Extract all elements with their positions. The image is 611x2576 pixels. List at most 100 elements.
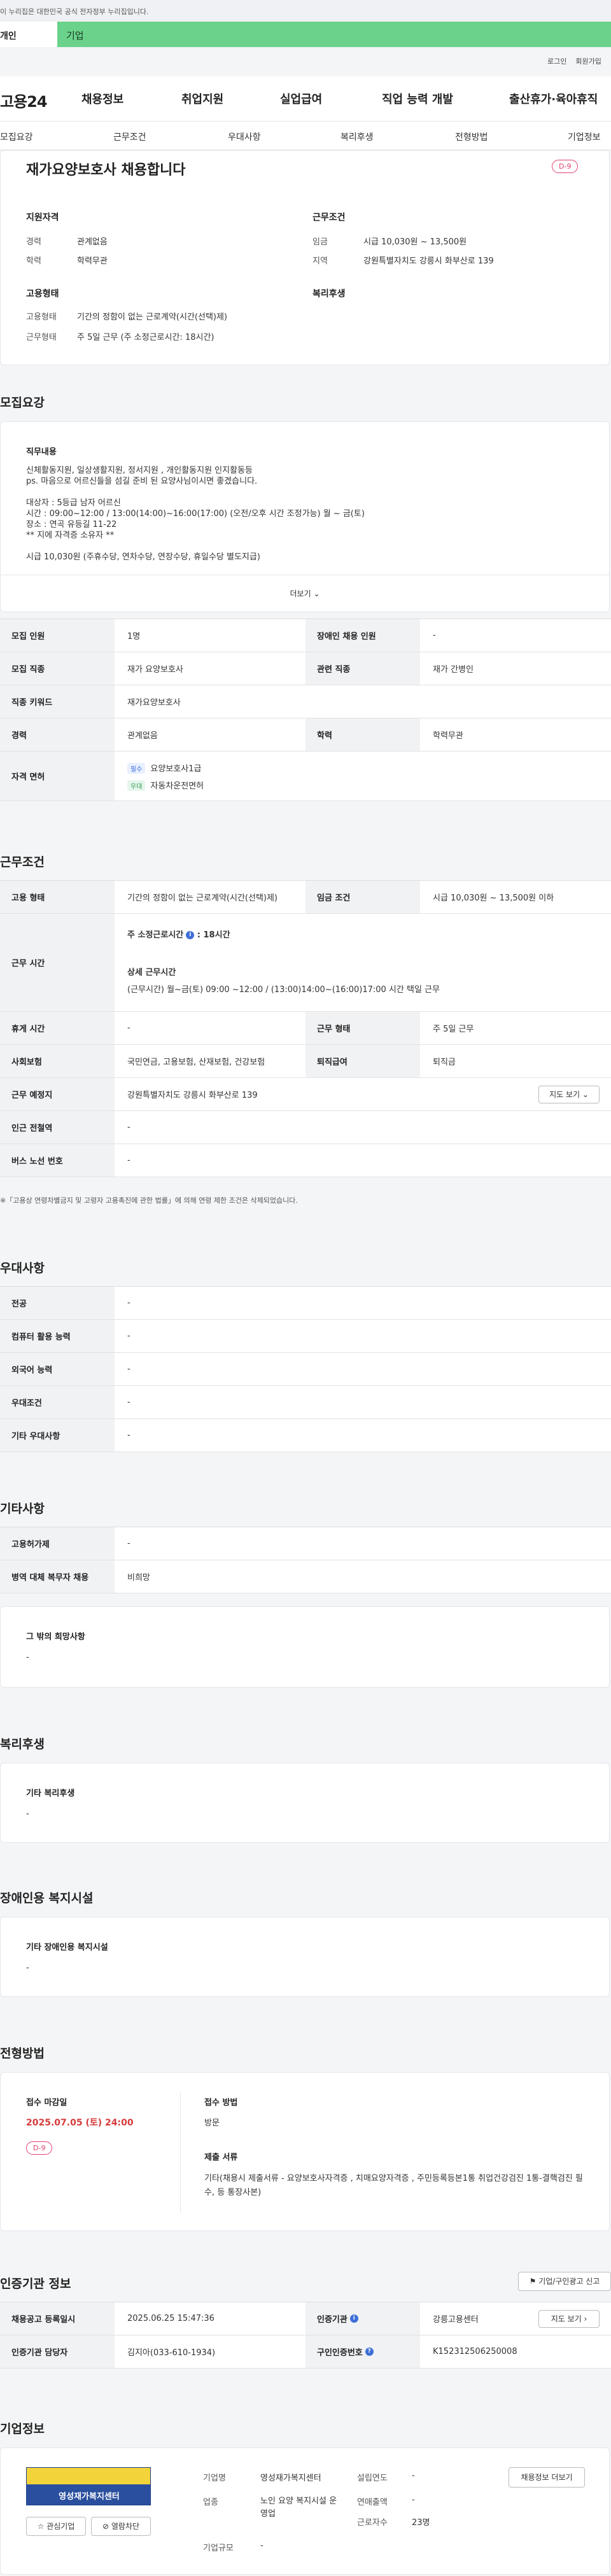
related-value: 재가 간병인	[433, 665, 474, 675]
cert-num-key: 구인인증번호?	[306, 2335, 420, 2368]
join-link[interactable]: 회원가입	[575, 57, 601, 66]
manager-value: 김지아(033-610-1934)	[127, 2348, 216, 2358]
facility-heading: 장애인용 복지시설	[0, 1891, 94, 1905]
tab-company[interactable]: 기업	[57, 22, 611, 47]
edu-value: 학력무관	[77, 256, 108, 266]
table-row: 우대조건 -	[0, 1386, 611, 1419]
subnav-selection[interactable]: 전형방법	[455, 130, 488, 143]
company-name-value: 영성재가복지센터	[260, 2474, 321, 2483]
qual-heading: 지원자격	[26, 213, 59, 223]
login-link[interactable]: 로그인	[547, 57, 566, 66]
gnb-employment-support[interactable]: 취업지원	[181, 90, 223, 107]
license-preferred-name: 자동차운전면허	[150, 781, 204, 791]
subway-key: 인근 전철역	[0, 1111, 115, 1144]
selection-heading: 전형방법	[0, 2047, 45, 2061]
more-jobs-button[interactable]: 채용정보 더보기	[509, 2467, 585, 2488]
emptype-value: 기간의 정함이 없는 근로계약(시간(선택)제)	[77, 312, 228, 322]
gnb-vocational-training[interactable]: 직업 능력 개발	[382, 90, 453, 107]
agency-map-label: 지도 보기	[551, 2314, 582, 2323]
military-value: 비희망	[127, 1573, 150, 1583]
block-button[interactable]: ⊘ 열람차단	[91, 2517, 151, 2536]
deadline-label: 접수 마감일	[26, 2098, 67, 2108]
conditions-table: 고용 형태 기간의 정함이 없는 근로계약(시간(선택)제) 임금 조건 시급 …	[0, 880, 611, 1177]
company-card: 영성재가복지센터 ☆ 관심기업 ⊘ 열람차단 기업명 영성재가복지센터 설립연도…	[0, 2447, 610, 2575]
cond-heading: 근무조건	[313, 213, 346, 223]
location-value: 강원특별자치도 강릉시 화부산로 139	[127, 1091, 258, 1100]
insurance-key: 사회보험	[0, 1045, 115, 1077]
more-button[interactable]: 더보기 ⌄	[1, 575, 609, 612]
subnav-preference[interactable]: 우대사항	[228, 130, 261, 143]
agency-table: 채용공고 등록일시 2025.06.25 15:47:36 인증기관 i 강릉고용…	[0, 2302, 611, 2369]
edu-value: 학력무관	[433, 731, 463, 741]
agency-map-button[interactable]: 지도 보기 ›	[538, 2310, 600, 2328]
interest-button[interactable]: ☆ 관심기업	[26, 2517, 86, 2536]
pref-etc-key: 기타 우대사항	[0, 1419, 115, 1452]
table-row: 사회보험 국민연금, 고용보험, 산재보험, 건강보험 퇴직급여 퇴직금	[0, 1045, 611, 1078]
table-row: 병역 대체 복무자 채용 비희망	[0, 1560, 611, 1593]
site-logo[interactable]: 고용24	[0, 89, 48, 111]
break-value: -	[127, 1023, 130, 1033]
job-content-card: 직무내용 신체활동지원, 일상생활지원, 정서지원 , 개인활동지원 인지활동등…	[0, 421, 610, 612]
computer-value: -	[127, 1331, 130, 1341]
star-icon: ☆	[37, 2522, 45, 2531]
preference-table: 전공 - 컴퓨터 활용 능력 - 외국어 능력 - 우대조건 - 기타 우대사항…	[0, 1286, 611, 1452]
chevron-right-icon: ›	[584, 2314, 587, 2323]
page: 이 누리집은 대한민국 공식 전자정부 누리집입니다. 개인 기업 로그인 회원가…	[0, 0, 611, 2576]
table-row: 휴게 시간 - 근무 형태 주 5일 근무	[0, 1012, 611, 1045]
hours-key: 근무 시간	[0, 914, 115, 1011]
info-icon[interactable]: i	[349, 2314, 358, 2323]
weekly-hours-label: 주 소정근로시간	[127, 930, 184, 940]
docs-value: 기타(채용시 제출서류 - 요양보호사자격증 , 치매요양자격증 , 주민등록등…	[204, 2174, 583, 2197]
subnav-conditions[interactable]: 근무조건	[113, 130, 146, 143]
edu-key: 학력	[26, 256, 41, 266]
wage-value: 시급 10,030원 ~ 13,500원	[363, 237, 467, 247]
workform-key: 근무 형태	[306, 1012, 420, 1044]
tab-personal[interactable]: 개인	[0, 22, 57, 47]
age-footnote: ※「고용상 연령차별금지 및 고령자 고용촉진에 관한 법률」에 의해 연령 제…	[0, 1196, 298, 1205]
method-value: 방문	[204, 2118, 220, 2128]
insurance-value: 국민연금, 고용보험, 산재보험, 건강보험	[127, 1058, 265, 1067]
info-icon[interactable]: i	[186, 931, 195, 939]
etc-table: 고용허가제 - 병역 대체 복무자 채용 비희망	[0, 1527, 611, 1593]
major-key: 전공	[0, 1287, 115, 1319]
table-row: 직종 키워드 재가요양보호사	[0, 685, 611, 718]
utility-links: 로그인 회원가입	[547, 56, 610, 66]
emptype-key: 고용 형태	[0, 881, 115, 913]
table-row: 자격 면허 필수 요양보호사1급 우대 자동차운전면허	[0, 752, 611, 801]
manager-key: 인증기관 담당자	[0, 2335, 115, 2368]
gnb-job-info[interactable]: 채용정보	[81, 90, 123, 107]
block-icon: ⊘	[102, 2522, 109, 2531]
welfare-heading: 복리후생	[0, 1737, 45, 1751]
permit-key: 고용허가제	[0, 1527, 115, 1560]
job-content-text: 신체활동지원, 일상생활지원, 정서지원 , 개인활동지원 인지활동등 ps. …	[26, 466, 365, 562]
map-button[interactable]: 지도 보기 ⌄	[538, 1086, 600, 1103]
map-button-label: 지도 보기	[549, 1090, 580, 1099]
pref-cond-key: 우대조건	[0, 1386, 115, 1418]
emp-heading: 고용형태	[26, 289, 59, 299]
welfare-value: -	[26, 1809, 29, 1819]
org-value: 강릉고용센터	[433, 2315, 479, 2325]
report-button[interactable]: ⚑ 기업/구인광고 신고	[518, 2272, 611, 2291]
subnav-company[interactable]: 기업정보	[568, 130, 601, 143]
company-logo: 영성재가복지센터	[26, 2467, 151, 2505]
org-key: 인증기관 i	[306, 2302, 420, 2335]
gnb-parental-leave[interactable]: 출산휴가·육아휴직	[509, 90, 598, 107]
job-content-label: 직무내용	[26, 447, 57, 457]
info-icon[interactable]: ?	[365, 2348, 374, 2356]
sales-value: -	[412, 2495, 415, 2505]
severance-value: 퇴직금	[433, 1058, 456, 1067]
dday-badge: D-9	[552, 160, 579, 173]
other-wish-card: 그 밖의 희망사항 -	[0, 1606, 610, 1688]
table-row: 인증기관 담당자 김지아(033-610-1934) 구인인증번호? K1523…	[0, 2335, 611, 2369]
hours-value: 주 소정근로시간 i : 18시간 상세 근무시간 (근무시간) 월~금(토) 0…	[115, 914, 611, 1011]
company-name-key: 기업명	[203, 2474, 226, 2483]
subnav-welfare[interactable]: 복리후생	[341, 130, 374, 143]
interest-label: 관심기업	[46, 2522, 75, 2531]
agency-heading: 인증기관 정보	[0, 2277, 71, 2291]
more-label: 더보기	[290, 589, 311, 598]
detail-hours-value: (근무시간) 월~금(토) 09:00 ~12:00 / (13:00)14:0…	[127, 985, 440, 995]
subnav-recruit[interactable]: 모집요강	[0, 130, 33, 143]
license-preferred: 우대 자동차운전면허	[127, 779, 204, 791]
gnb-unemployment-benefit[interactable]: 실업급여	[280, 90, 322, 107]
career-value: 관계없음	[127, 731, 158, 741]
